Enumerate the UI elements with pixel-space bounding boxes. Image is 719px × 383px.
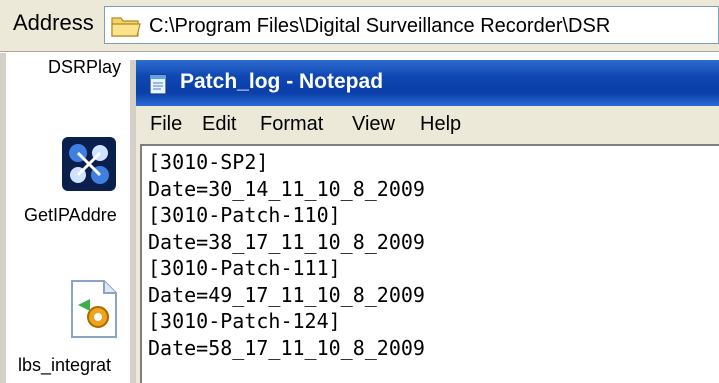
menu-view[interactable]: View bbox=[352, 113, 395, 136]
notepad-window: Patch_log - Notepad File Edit Format Vie… bbox=[130, 60, 719, 383]
address-label: Address bbox=[13, 10, 94, 35]
title-bar[interactable]: Patch_log - Notepad bbox=[136, 60, 719, 106]
text-line[interactable]: [3010-SP2] bbox=[148, 149, 425, 176]
menu-help[interactable]: Help bbox=[420, 113, 461, 136]
text-line[interactable]: Date=49_17_11_10_8_2009 bbox=[148, 282, 425, 309]
folder-view: DSRPlay GetIPAddre lbs_integrat bbox=[0, 53, 138, 383]
text-line[interactable]: Date=30_14_11_10_8_2009 bbox=[148, 176, 425, 203]
address-bar: Address C:\Program Files\Digital Surveil… bbox=[0, 0, 719, 52]
text-content[interactable]: [3010-SP2] Date=30_14_11_10_8_2009 [3010… bbox=[148, 149, 425, 361]
folder-icon bbox=[111, 17, 141, 37]
address-field[interactable]: C:\Program Files\Digital Surveillance Re… bbox=[104, 6, 719, 44]
text-line[interactable]: [3010-Patch-111] bbox=[148, 255, 425, 282]
menu-file[interactable]: File bbox=[150, 113, 182, 136]
network-app-icon[interactable] bbox=[56, 133, 122, 195]
desktop-item-label[interactable]: GetIPAddre bbox=[24, 205, 140, 226]
text-line[interactable]: [3010-Patch-110] bbox=[148, 202, 425, 229]
text-line[interactable]: [3010-Patch-124] bbox=[148, 308, 425, 335]
text-line[interactable]: Date=58_17_11_10_8_2009 bbox=[148, 335, 425, 362]
menu-bar: File Edit Format View Help bbox=[136, 106, 719, 144]
config-file-icon[interactable] bbox=[68, 279, 120, 339]
window-title: Patch_log - Notepad bbox=[180, 70, 384, 93]
address-path[interactable]: C:\Program Files\Digital Surveillance Re… bbox=[149, 15, 610, 38]
desktop-item-label[interactable]: lbs_integrat bbox=[18, 355, 142, 376]
text-line[interactable]: Date=38_17_11_10_8_2009 bbox=[148, 229, 425, 256]
desktop-item-label[interactable]: DSRPlay bbox=[48, 57, 138, 78]
notepad-icon bbox=[149, 74, 167, 95]
text-editor[interactable]: [3010-SP2] Date=30_14_11_10_8_2009 [3010… bbox=[140, 144, 719, 383]
menu-edit[interactable]: Edit bbox=[202, 113, 236, 136]
menu-format[interactable]: Format bbox=[260, 113, 323, 136]
